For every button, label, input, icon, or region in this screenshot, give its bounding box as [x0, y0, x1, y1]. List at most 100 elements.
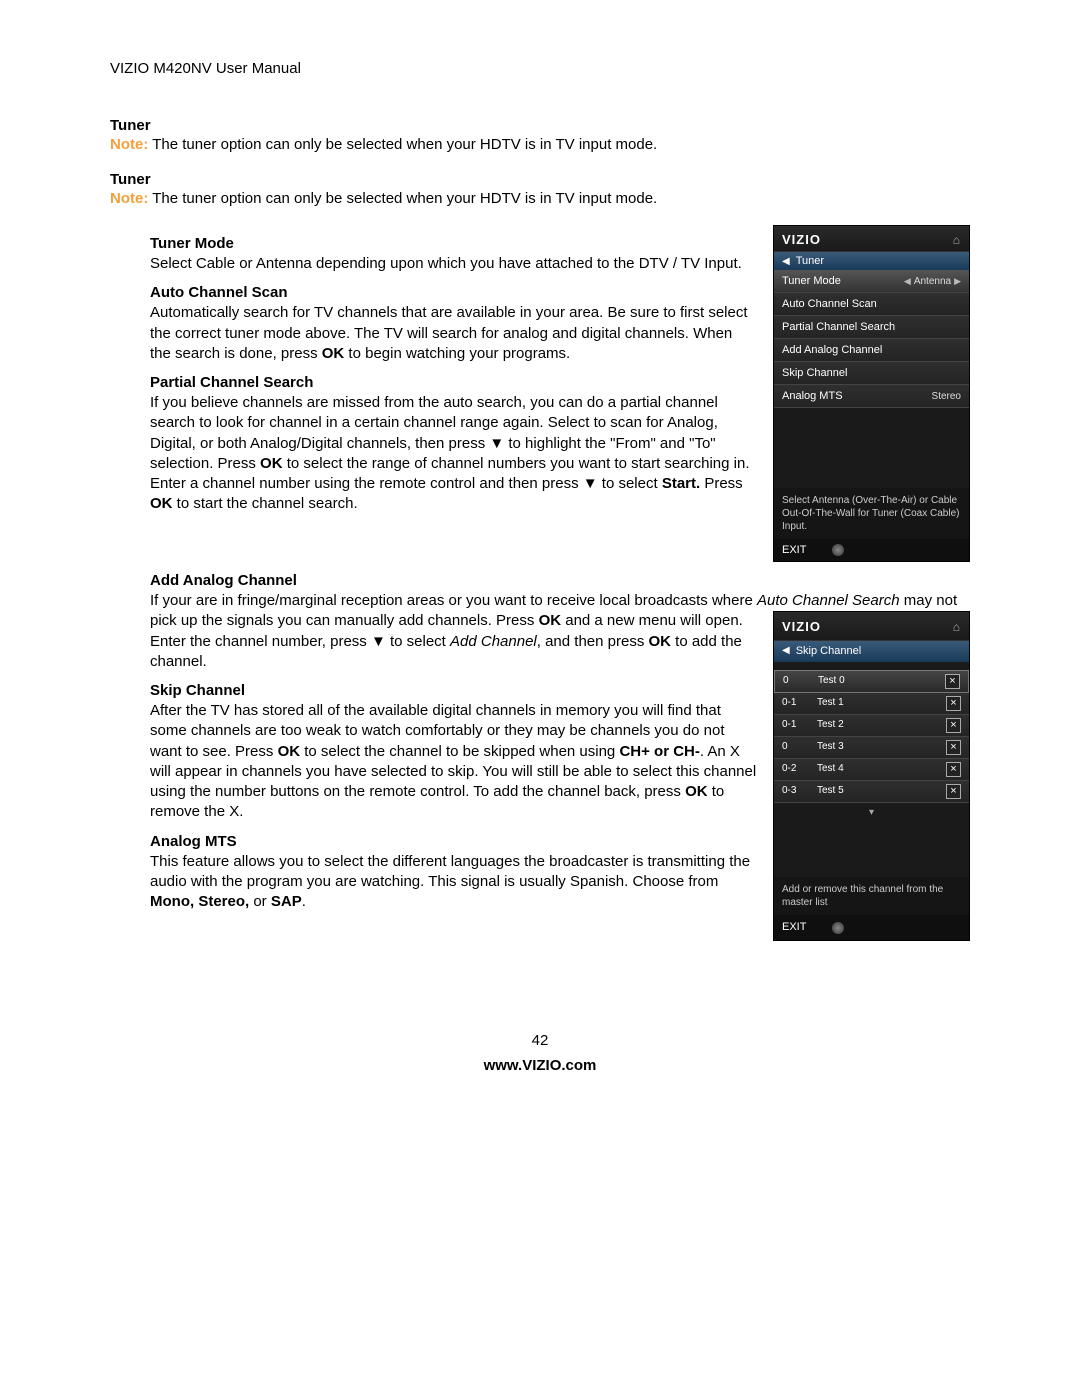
channel-name: Test 3 — [817, 740, 946, 754]
para-auto-scan: Automatically search for TV channels tha… — [150, 303, 753, 364]
channel-number: 0-2 — [782, 762, 817, 776]
menu-item-label: Partial Channel Search — [782, 321, 895, 333]
menu-item-label: Skip Channel — [782, 367, 847, 379]
channel-number: 0-3 — [782, 784, 817, 798]
channel-number: 0 — [783, 674, 818, 688]
skip-channel-menu-screenshot: VIZIO ⌂ ◀ Skip Channel 0Test 0×0-1Test 1… — [773, 611, 970, 941]
vizio-v-icon — [832, 922, 844, 934]
channel-row: 0-1Test 1× — [774, 693, 969, 715]
auto-scan-text-b: to begin watching your programs. — [344, 345, 570, 362]
add-analog-ok1: OK — [539, 612, 562, 629]
menu1-empty-area — [774, 408, 969, 488]
footer-url: www.VIZIO.com — [110, 1057, 970, 1074]
para-tuner-mode: Select Cable or Antenna depending upon w… — [150, 254, 753, 274]
note-text-2: The tuner option can only be selected wh… — [148, 190, 657, 207]
skip-checkbox-icon: × — [946, 696, 961, 711]
partial-p4: to start the channel search. — [173, 495, 358, 512]
add-analog-p1: If your are in fringe/marginal reception… — [150, 592, 757, 609]
scroll-down-icon: ▾ — [774, 803, 969, 823]
heading-tuner-1: Tuner — [110, 117, 970, 134]
skip-ok2: OK — [685, 783, 708, 800]
channel-row: 0-1Test 2× — [774, 715, 969, 737]
note-label-2: Note: — [110, 190, 148, 207]
channel-row: 0Test 3× — [774, 737, 969, 759]
heading-auto-scan: Auto Channel Scan — [150, 284, 753, 301]
menu-item: Skip Channel — [774, 362, 969, 385]
skip-checkbox-icon: × — [946, 762, 961, 777]
menu1-breadcrumb: ◀ Tuner — [774, 252, 969, 270]
menu-item: Auto Channel Scan — [774, 293, 969, 316]
partial-start: Start. — [662, 475, 700, 492]
note-text-1: The tuner option can only be selected wh… — [148, 136, 657, 153]
page-footer: 42 www.VIZIO.com — [110, 1032, 970, 1074]
back-arrow-icon: ◀ — [782, 256, 790, 267]
channel-name: Test 4 — [817, 762, 946, 776]
channel-name: Test 1 — [817, 696, 946, 710]
doc-header: VIZIO M420NV User Manual — [110, 60, 970, 77]
menu-item-label: Tuner Mode — [782, 275, 841, 287]
skip-checkbox-icon: × — [946, 740, 961, 755]
menu1-brand: VIZIO — [782, 232, 821, 247]
heading-add-analog: Add Analog Channel — [150, 572, 970, 589]
mts-dot: . — [302, 893, 306, 910]
mts-opts: Mono, Stereo, — [150, 893, 249, 910]
menu2-crumb-text: Skip Channel — [796, 644, 861, 659]
menu1-crumb-text: Tuner — [796, 255, 824, 267]
channel-number: 0-1 — [782, 696, 817, 710]
partial-ok2: OK — [150, 495, 173, 512]
add-analog-ok2: OK — [649, 633, 672, 650]
add-analog-i2: Add Channel — [450, 633, 537, 650]
note-label-1: Note: — [110, 136, 148, 153]
channel-row: 0Test 0× — [774, 670, 969, 693]
menu-item-label: Auto Channel Scan — [782, 298, 877, 310]
add-analog-i1: Auto Channel Search — [757, 592, 900, 609]
channel-row: 0-2Test 4× — [774, 759, 969, 781]
skip-chpm: CH+ or CH- — [619, 743, 699, 760]
mts-or: or — [249, 893, 271, 910]
menu1-brand-bar: VIZIO ⌂ — [774, 226, 969, 252]
menu-item: Analog MTS Stereo — [774, 385, 969, 408]
menu-item: Tuner Mode ◀ Antenna ▶ — [774, 270, 969, 293]
back-arrow-icon: ◀ — [782, 644, 790, 658]
channel-number: 0-1 — [782, 718, 817, 732]
menu2-exit-bar: EXIT — [774, 915, 969, 940]
menu2-spacer — [774, 662, 969, 670]
menu1-help-text: Select Antenna (Over-The-Air) or Cable O… — [774, 488, 969, 539]
skip-ok1: OK — [278, 743, 301, 760]
vizio-v-icon — [832, 544, 844, 556]
home-icon: ⌂ — [953, 233, 961, 247]
add-analog-p4: , and then press — [537, 633, 649, 650]
channel-name: Test 5 — [817, 784, 946, 798]
menu-item-value: ◀ Antenna ▶ — [904, 276, 961, 287]
mts-p1: This feature allows you to select the di… — [150, 853, 750, 890]
para-partial: If you believe channels are missed from … — [150, 393, 753, 515]
exit-label: EXIT — [782, 920, 806, 935]
exit-label: EXIT — [782, 544, 806, 556]
page-number: 42 — [110, 1032, 970, 1049]
channel-name: Test 2 — [817, 718, 946, 732]
menu-item-value: Stereo — [932, 391, 961, 402]
right-arrow-icon: ▶ — [954, 276, 961, 287]
note-line-1: Note: The tuner option can only be selec… — [110, 136, 970, 153]
menu2-brand: VIZIO — [782, 618, 821, 636]
skip-checkbox-icon: × — [946, 718, 961, 733]
menu1-exit-bar: EXIT — [774, 539, 969, 561]
auto-scan-ok: OK — [322, 345, 345, 362]
menu-item-label: Analog MTS — [782, 390, 843, 402]
menu-item: Partial Channel Search — [774, 316, 969, 339]
channel-name: Test 0 — [818, 674, 945, 688]
para-add-analog-a: If your are in fringe/marginal reception… — [150, 591, 970, 672]
skip-checkbox-icon: × — [945, 674, 960, 689]
heading-tuner-mode: Tuner Mode — [150, 235, 753, 252]
channel-number: 0 — [782, 740, 817, 754]
menu2-empty-area — [774, 822, 969, 877]
menu2-brand-bar: VIZIO ⌂ — [774, 612, 969, 641]
note-line-2: Note: The tuner option can only be selec… — [110, 190, 970, 207]
menu2-breadcrumb: ◀ Skip Channel — [774, 641, 969, 662]
menu-item: Add Analog Channel — [774, 339, 969, 362]
partial-p3: Press — [700, 475, 743, 492]
menu-item-label: Add Analog Channel — [782, 344, 882, 356]
left-arrow-icon: ◀ — [904, 276, 911, 287]
channel-row: 0-3Test 5× — [774, 781, 969, 803]
skip-checkbox-icon: × — [946, 784, 961, 799]
